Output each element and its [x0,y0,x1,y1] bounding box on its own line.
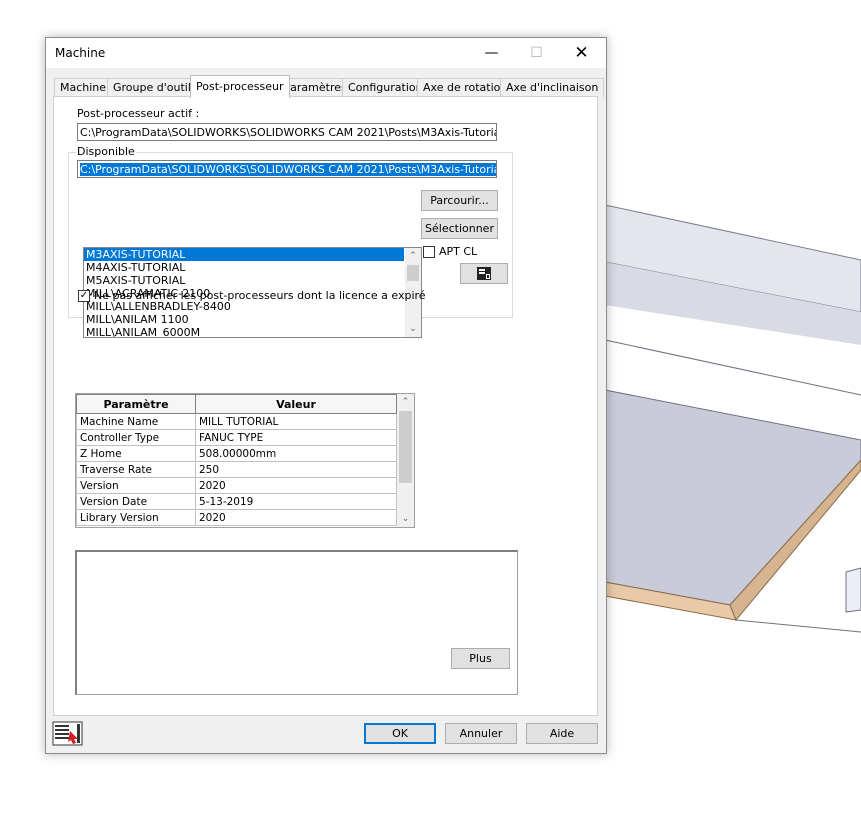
scroll-up-icon[interactable]: ⌃ [397,394,414,410]
viewport-plate-top [604,389,861,606]
title-bar: Machine — ☐ ✕ [46,38,606,68]
tab-machine[interactable]: Machine [54,78,113,97]
post-list-item[interactable]: M4AXIS-TUTORIAL [84,261,421,274]
post-editor-button[interactable] [460,263,508,284]
tab-configuration[interactable]: Configuration [342,78,429,97]
param-value-cell: 250 [195,461,397,478]
available-label: Disponible [76,145,136,158]
active-post-field: C:\ProgramData\SOLIDWORKS\SOLIDWORKS CAM… [77,123,497,141]
machine-dialog: Machine — ☐ ✕ Machine Groupe d'outils Po… [45,37,607,754]
maximize-button[interactable]: ☐ [514,38,559,68]
parameter-table[interactable]: Paramètre Valeur Machine Name MILL TUTORI… [75,393,415,528]
apt-cl-checkbox[interactable] [423,246,435,258]
value-header[interactable]: Valeur [195,394,397,414]
window-title: Machine [55,46,106,60]
post-list-item[interactable]: M5AXIS-TUTORIAL [84,274,421,287]
param-name-cell: Machine Name [76,413,196,430]
cancel-button[interactable]: Annuler [445,723,517,744]
table-row[interactable]: Traverse Rate 250 [76,461,397,478]
more-button[interactable]: Plus [451,648,510,669]
table-row[interactable]: Z Home 508.00000mm [76,445,397,462]
machine-settings-icon[interactable] [52,721,84,746]
param-header[interactable]: Paramètre [76,394,196,414]
param-name-cell: Controller Type [76,429,196,446]
param-value-cell: 5-13-2019 [195,493,397,510]
param-table-scrollbar[interactable]: ⌃ ⌄ [397,394,414,527]
scroll-up-icon[interactable]: ⌃ [405,248,421,264]
post-list-item[interactable]: MILL\ANILAM_6000M [84,326,421,337]
param-value-cell: FANUC TYPE [195,429,397,446]
scroll-thumb[interactable] [399,411,412,483]
param-value-cell: 2020 [195,477,397,494]
tab-axe-inclinaison[interactable]: Axe d'inclinaison [500,78,605,97]
viewport-line [604,339,861,396]
tab-groupe-outils[interactable]: Groupe d'outils [107,78,203,97]
post-editor-icon [477,267,491,280]
active-post-label: Post-processeur actif : [77,107,200,120]
table-row[interactable]: Machine Name MILL TUTORIAL [76,413,397,430]
post-list-item[interactable]: MILL\ANILAM 1100 [84,313,421,326]
scroll-down-icon[interactable]: ⌄ [405,321,421,337]
viewport-line [735,619,861,633]
browse-button[interactable]: Parcourir... [421,190,498,211]
minimize-button[interactable]: — [469,38,514,68]
hide-expired-label: Ne pas afficher les post-processeurs don… [94,289,426,302]
post-list-item[interactable]: M3AXIS-TUTORIAL [84,248,404,261]
scroll-down-icon[interactable]: ⌄ [397,511,414,527]
param-value-cell: 2020 [195,509,397,526]
available-path-field[interactable]: C:\ProgramData\SOLIDWORKS\SOLIDWORKS CAM… [77,160,497,178]
param-name-cell: Version [76,477,196,494]
apt-cl-label: APT CL [439,245,478,258]
select-button[interactable]: Sélectionner [421,218,498,239]
close-button[interactable]: ✕ [559,38,604,68]
help-button[interactable]: Aide [526,723,598,744]
scroll-thumb[interactable] [407,265,419,281]
viewport-fixture [845,567,861,613]
param-name-cell: Traverse Rate [76,461,196,478]
tab-panel-post-processeur: Post-processeur actif : C:\ProgramData\S… [53,96,598,716]
table-row[interactable]: Version 2020 [76,477,397,494]
tab-post-processeur[interactable]: Post-processeur [190,75,290,98]
table-row[interactable]: Library Version 2020 [76,509,397,526]
table-row[interactable]: Version Date 5-13-2019 [76,493,397,510]
param-value-cell: 508.00000mm [195,445,397,462]
param-value-cell: MILL TUTORIAL [195,413,397,430]
param-name-cell: Z Home [76,445,196,462]
param-name-cell: Library Version [76,509,196,526]
tab-axe-rotation[interactable]: Axe de rotation [417,78,514,97]
ok-button[interactable]: OK [364,723,436,744]
param-name-cell: Version Date [76,493,196,510]
description-box [75,550,518,695]
table-row[interactable]: Controller Type FANUC TYPE [76,429,397,446]
hide-expired-checkbox[interactable]: ✓ [78,290,90,302]
